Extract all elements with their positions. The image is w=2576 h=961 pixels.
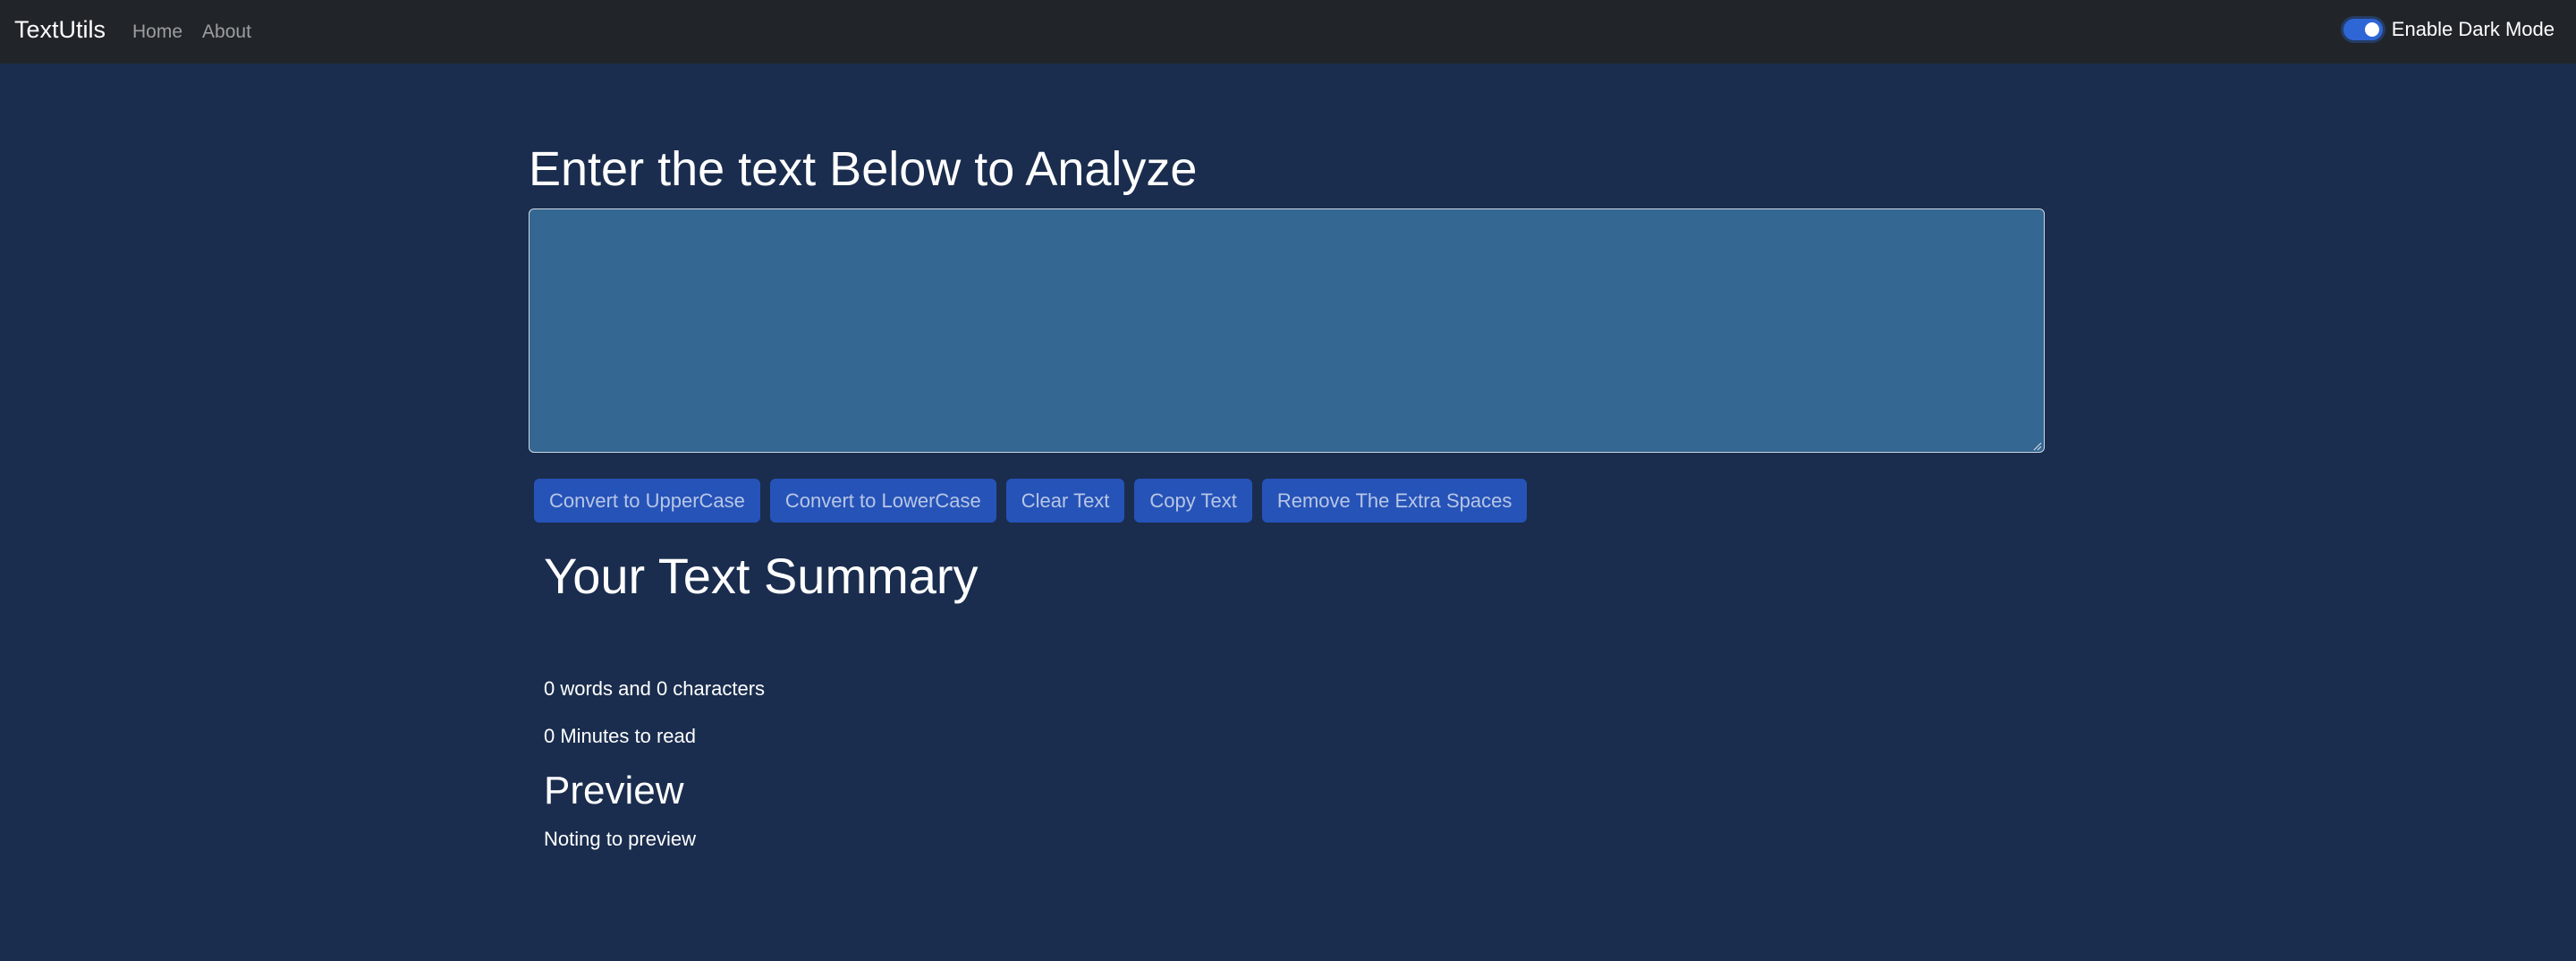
page-heading: Enter the text Below to Analyze: [529, 142, 1198, 196]
lowercase-button[interactable]: Convert to LowerCase: [769, 479, 996, 523]
clear-text-button[interactable]: Clear Text: [1005, 479, 1125, 523]
navbar: TextUtils Home About Enable Dark Mode: [0, 0, 2576, 64]
nav-links: Home About: [132, 0, 251, 64]
uppercase-button[interactable]: Convert to UpperCase: [534, 479, 760, 523]
nav-link-home[interactable]: Home: [132, 21, 182, 43]
summary-title: Your Text Summary: [544, 548, 979, 604]
action-buttons: Convert to UpperCase Convert to LowerCas…: [534, 479, 1528, 523]
text-input[interactable]: [529, 208, 2045, 453]
switch-knob: [2364, 22, 2379, 37]
nav-link-about[interactable]: About: [202, 21, 251, 43]
read-time: 0 Minutes to read: [544, 725, 696, 747]
word-char-count: 0 words and 0 characters: [544, 677, 766, 700]
preview-text: Noting to preview: [544, 828, 696, 850]
brand-link[interactable]: TextUtils: [14, 0, 106, 64]
remove-extra-spaces-button[interactable]: Remove The Extra Spaces: [1261, 479, 1528, 523]
copy-text-button[interactable]: Copy Text: [1134, 479, 1252, 523]
dark-mode-toggle: Enable Dark Mode: [2343, 0, 2555, 59]
dark-mode-switch[interactable]: [2343, 19, 2383, 40]
dark-mode-label[interactable]: Enable Dark Mode: [2392, 18, 2555, 41]
preview-title: Preview: [544, 769, 684, 812]
